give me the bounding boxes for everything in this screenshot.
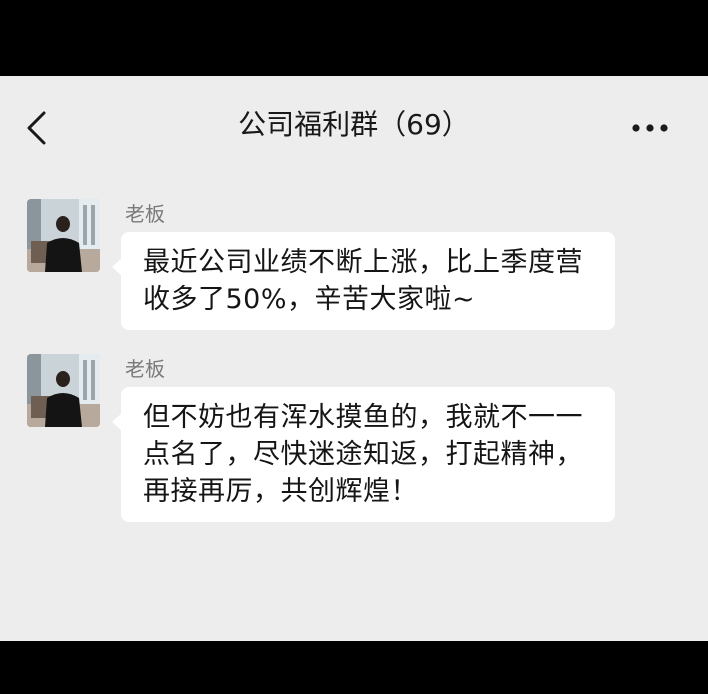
message-text: 最近公司业绩不断上涨，比上季度营收多了50%，辛苦大家啦~ xyxy=(143,247,583,315)
chat-title: 公司福利群（69） xyxy=(238,108,470,141)
top-black-bar xyxy=(0,0,708,76)
sender-name: 老板 xyxy=(125,202,165,226)
avatar[interactable] xyxy=(27,199,100,272)
chat-header: 公司福利群（69） xyxy=(0,76,708,176)
more-button[interactable] xyxy=(624,110,676,146)
more-horizontal-icon xyxy=(632,124,668,132)
message-bubble[interactable]: 最近公司业绩不断上涨，比上季度营收多了50%，辛苦大家啦~ xyxy=(112,232,615,330)
sender-name: 老板 xyxy=(125,357,165,381)
avatar[interactable] xyxy=(27,354,100,427)
bottom-black-bar xyxy=(0,641,708,694)
message-bubble[interactable]: 但不妨也有浑水摸鱼的，我就不一一点名了，尽快迷途知返，打起精神，再接再厉，共创辉… xyxy=(112,387,615,522)
chat-screen: 公司福利群（69） 老板 最近公司业绩不断上涨，比上季度营收多了50%，辛苦大家… xyxy=(0,76,708,641)
message-text: 但不妨也有浑水摸鱼的，我就不一一点名了，尽快迷途知返，打起精神，再接再厉，共创辉… xyxy=(143,402,583,507)
